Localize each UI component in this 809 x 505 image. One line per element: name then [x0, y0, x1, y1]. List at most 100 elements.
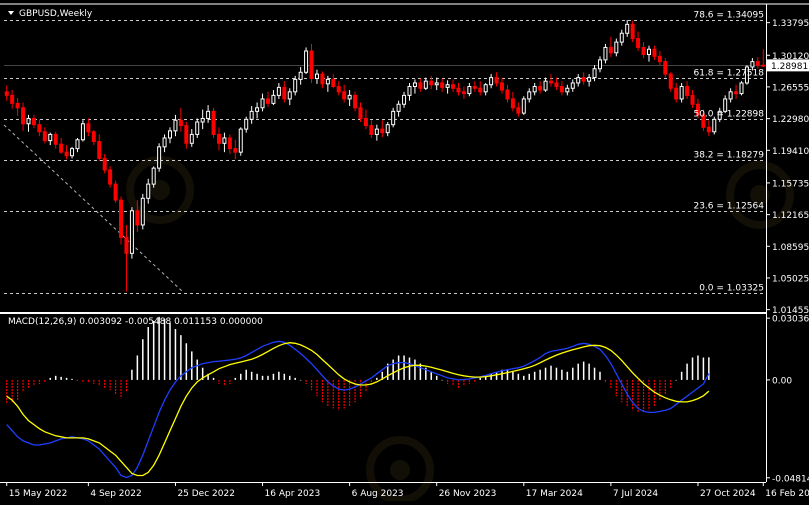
- macd-histogram-bar: [414, 359, 416, 380]
- macd-histogram-bar: [675, 379, 677, 381]
- candle-body: [249, 110, 254, 120]
- candle-body: [293, 78, 298, 93]
- macd-histogram-bar: [544, 367, 547, 380]
- macd-histogram-bar: [588, 363, 590, 380]
- candle-body: [385, 124, 390, 134]
- fib-level-label: 0.0 = 1.03325: [699, 284, 764, 294]
- macd-histogram-bar: [517, 373, 520, 380]
- macd-y-tick-label: 0.030361: [772, 315, 809, 325]
- candle-body: [755, 61, 760, 66]
- candle-body: [369, 125, 374, 135]
- chart-canvas: 78.6 = 1.34095 61.8 = 1.27518 50.0 = 1.228…: [0, 0, 809, 504]
- fib-level-label: 61.8 = 1.27518: [693, 69, 764, 79]
- candle-body: [314, 73, 319, 80]
- candle-body: [674, 87, 679, 100]
- candle-body: [679, 85, 684, 100]
- macd-histogram-bar: [136, 355, 139, 380]
- macd-histogram-bar: [299, 379, 302, 381]
- candle-body: [652, 48, 657, 57]
- candle-body: [505, 89, 510, 100]
- x-tick-label: 6 Aug 2023: [352, 489, 404, 499]
- candle-body: [380, 128, 385, 134]
- candle-body: [646, 48, 651, 56]
- macd-histogram-bar: [528, 373, 530, 380]
- candle-body: [86, 123, 91, 133]
- candle-body: [157, 146, 162, 169]
- candle-body: [271, 94, 276, 104]
- candle-body: [80, 123, 85, 141]
- candle-body: [227, 137, 232, 150]
- y-tick-label: 1.12165: [772, 211, 809, 221]
- candle-body: [657, 55, 662, 63]
- candle-body: [489, 77, 494, 86]
- candle-body: [734, 91, 739, 95]
- macd-histogram-bar: [555, 367, 558, 380]
- candle-body: [64, 151, 69, 157]
- candle-body: [331, 78, 336, 87]
- candle-body: [238, 128, 243, 153]
- candle-body: [195, 121, 200, 135]
- candle-body: [53, 133, 58, 145]
- candle-body: [4, 91, 9, 96]
- candle-body: [129, 210, 134, 254]
- macd-histogram-bar: [506, 369, 509, 380]
- macd-histogram-bar: [539, 369, 541, 380]
- candle-body: [636, 38, 641, 48]
- macd-histogram-bar: [512, 371, 514, 380]
- candle-body: [97, 141, 102, 159]
- x-tick-label: 26 Nov 2023: [439, 489, 497, 499]
- candle-body: [15, 102, 20, 109]
- macd-histogram-bar: [65, 377, 68, 380]
- candle-body: [685, 85, 690, 96]
- candle-body: [374, 128, 379, 135]
- candle-body: [429, 80, 434, 86]
- candle-body: [418, 82, 423, 89]
- candle-body: [543, 80, 548, 91]
- candle-body: [712, 118, 717, 133]
- candle-body: [440, 82, 445, 88]
- macd-histogram-bar: [272, 373, 275, 380]
- candle-body: [276, 86, 281, 96]
- candle-body: [641, 46, 646, 56]
- candle-body: [244, 118, 249, 130]
- candle-body: [570, 82, 575, 89]
- candle-body: [706, 126, 711, 133]
- candle-body: [608, 46, 613, 54]
- candle-body: [48, 133, 53, 142]
- macd-histogram-bar: [147, 327, 149, 380]
- macd-histogram-bar: [561, 369, 563, 380]
- macd-histogram-bar: [680, 371, 683, 380]
- macd-histogram-bar: [196, 359, 198, 380]
- candle-body: [37, 124, 42, 133]
- candle-body: [173, 119, 178, 132]
- candle-body: [146, 183, 151, 199]
- candle-body: [304, 50, 309, 73]
- macd-histogram-bar: [691, 357, 694, 380]
- macd-histogram-bar: [261, 375, 264, 380]
- candle-body: [298, 71, 303, 80]
- macd-histogram-bar: [54, 375, 57, 380]
- candle-body: [222, 137, 227, 144]
- chart-window: 78.6 = 1.34095 61.8 = 1.27518 50.0 = 1.228…: [0, 0, 809, 504]
- candle-body: [26, 117, 31, 125]
- candle-body: [619, 32, 624, 43]
- macd-histogram-bar: [550, 365, 552, 380]
- macd-histogram-bar: [523, 375, 525, 380]
- candle-body: [483, 84, 488, 93]
- candle-body: [233, 148, 238, 153]
- candle-body: [178, 119, 183, 127]
- candle-body: [456, 87, 461, 93]
- macd-histogram-bar: [430, 371, 433, 380]
- macd-histogram-bar: [593, 367, 596, 380]
- candle-body: [581, 77, 586, 82]
- candle-body: [325, 78, 330, 85]
- macd-histogram-bar: [376, 377, 378, 380]
- macd-histogram-bar: [479, 377, 481, 380]
- y-tick-label: 1.08595: [772, 243, 809, 253]
- macd-histogram-bar: [392, 359, 394, 380]
- candle-body: [668, 73, 673, 89]
- candle-body: [750, 61, 755, 68]
- macd-histogram-bar: [256, 373, 258, 380]
- macd-histogram-bar: [49, 377, 52, 380]
- candle-body: [592, 68, 597, 79]
